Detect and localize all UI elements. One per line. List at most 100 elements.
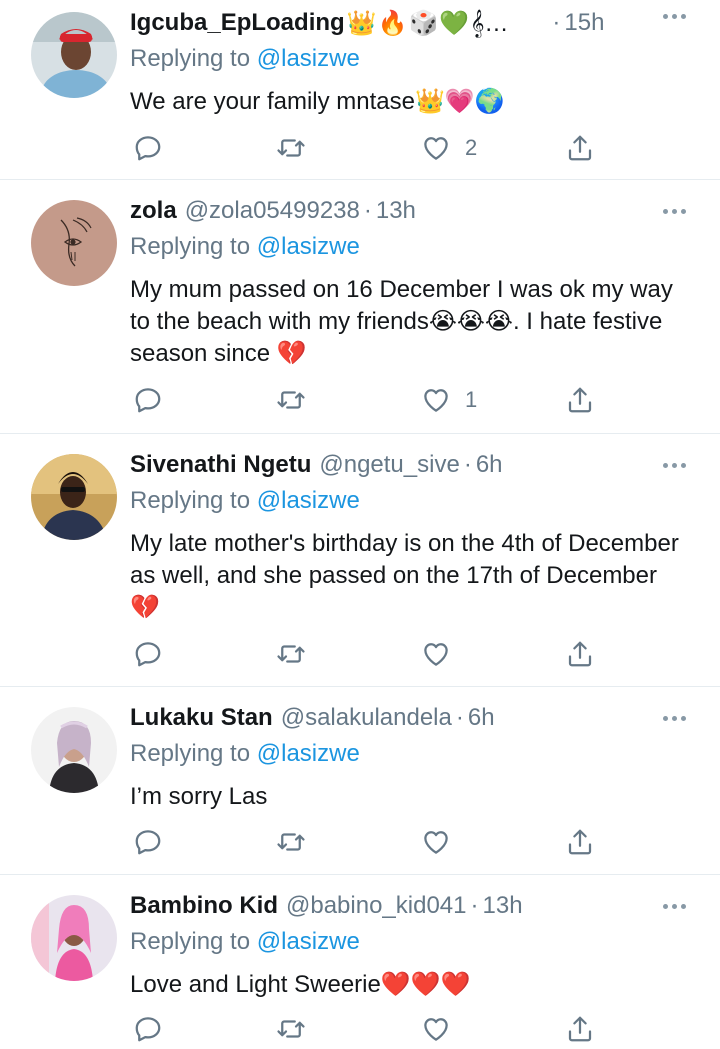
mention-link[interactable]: @lasizwe <box>257 45 360 72</box>
replying-to: Replying to @lasizwe <box>130 740 360 768</box>
tweet-header: zola @zola05499238 · 13h <box>130 194 700 228</box>
tweet-text: My late mother's birthday is on the 4th … <box>130 530 679 621</box>
user-handle[interactable]: @ngetu_sive <box>319 451 459 479</box>
replying-to: Replying to @lasizwe <box>130 487 360 515</box>
tweet[interactable]: zola @zola05499238 · 13h Replying to @la… <box>0 180 720 434</box>
tweet-header: Sivenathi Ngetu @ngetu_sive · 6h <box>130 448 700 482</box>
like-button[interactable] <box>421 822 451 862</box>
display-name[interactable]: Sivenathi Ngetu <box>130 451 311 479</box>
speech-bubble-icon <box>135 388 161 413</box>
tweet[interactable]: Igcuba_EpLoading 👑🔥🎲💚𝄞... · 15h Replying… <box>0 0 720 180</box>
avatar[interactable] <box>31 200 117 286</box>
display-name[interactable]: zola <box>130 197 177 225</box>
retweet-button[interactable] <box>276 634 306 674</box>
share-button[interactable] <box>565 822 595 862</box>
timestamp[interactable]: 13h <box>376 197 416 225</box>
reply-button[interactable] <box>133 822 163 862</box>
replying-to-label: Replying to <box>130 740 257 767</box>
speech-bubble-icon <box>135 136 161 161</box>
action-bar <box>130 822 610 862</box>
replying-to-label: Replying to <box>130 233 257 260</box>
more-dots-icon[interactable] <box>663 716 686 721</box>
tweet-text: Love and Light Sweerie❤️❤️❤️ <box>130 971 471 998</box>
tweet-header: Bambino Kid @babino_kid041 · 13h <box>130 889 700 923</box>
like-button[interactable] <box>421 1009 451 1049</box>
heart-icon <box>424 137 448 160</box>
separator-dot: · <box>463 451 472 478</box>
action-bar: 2 <box>130 128 610 168</box>
like-button[interactable]: 1 <box>421 380 477 420</box>
tweet[interactable]: Bambino Kid @babino_kid041 · 13h Replyin… <box>0 875 720 1049</box>
timestamp[interactable]: 6h <box>468 704 495 732</box>
replying-to: Replying to @lasizwe <box>130 233 360 261</box>
mention-link[interactable]: @lasizwe <box>257 233 360 260</box>
display-name[interactable]: Bambino Kid <box>130 892 278 920</box>
action-bar: 1 <box>130 380 610 420</box>
share-icon <box>568 387 592 413</box>
avatar[interactable] <box>31 454 117 540</box>
display-name[interactable]: Igcuba_EpLoading <box>130 9 345 37</box>
avatar[interactable] <box>31 12 117 98</box>
action-bar <box>130 1009 610 1049</box>
share-button[interactable] <box>565 128 595 168</box>
tweet[interactable]: Sivenathi Ngetu @ngetu_sive · 6h Replyin… <box>0 434 720 687</box>
heart-icon <box>424 1018 448 1041</box>
retweet-button[interactable] <box>276 822 306 862</box>
replying-to-label: Replying to <box>130 487 257 514</box>
mention-link[interactable]: @lasizwe <box>257 928 360 955</box>
retweet-button[interactable] <box>276 1009 306 1049</box>
tweet-text: We are your family mntase👑💗🌍 <box>130 88 505 115</box>
share-icon <box>568 135 592 161</box>
share-icon <box>568 641 592 667</box>
share-button[interactable] <box>565 634 595 674</box>
reply-button[interactable] <box>133 634 163 674</box>
speech-bubble-icon <box>135 830 161 855</box>
share-icon <box>568 829 592 855</box>
share-button[interactable] <box>565 380 595 420</box>
separator-dot: · <box>455 704 464 731</box>
user-handle[interactable]: @salakulandela <box>281 704 452 732</box>
retweet-icon <box>277 1020 305 1038</box>
like-count: 2 <box>465 135 478 160</box>
replying-to-label: Replying to <box>130 45 257 72</box>
like-button[interactable] <box>421 634 451 674</box>
replying-to: Replying to @lasizwe <box>130 928 360 956</box>
heart-icon <box>424 831 448 854</box>
tweet-header: Igcuba_EpLoading 👑🔥🎲💚𝄞... · 15h <box>130 6 700 40</box>
share-icon <box>568 1016 592 1042</box>
timestamp[interactable]: 6h <box>476 451 503 479</box>
separator-dot: · <box>363 197 372 224</box>
avatar[interactable] <box>31 895 117 981</box>
mention-link[interactable]: @lasizwe <box>257 740 360 767</box>
reply-button[interactable] <box>133 128 163 168</box>
like-button[interactable]: 2 <box>421 128 477 168</box>
timestamp[interactable]: 15h <box>564 9 604 37</box>
action-bar <box>130 634 610 674</box>
avatar[interactable] <box>31 707 117 793</box>
more-dots-icon[interactable] <box>663 904 686 909</box>
mention-link[interactable]: @lasizwe <box>257 487 360 514</box>
separator-dot: · <box>552 9 561 36</box>
more-dots-icon[interactable] <box>663 209 686 214</box>
name-emoji: 👑🔥🎲💚𝄞... <box>346 9 509 37</box>
more-dots-icon[interactable] <box>663 14 686 19</box>
retweet-icon <box>277 645 305 663</box>
share-button[interactable] <box>565 1009 595 1049</box>
timestamp[interactable]: 13h <box>483 892 523 920</box>
user-handle[interactable]: @babino_kid041 <box>286 892 467 920</box>
reply-button[interactable] <box>133 1009 163 1049</box>
reply-button[interactable] <box>133 380 163 420</box>
heart-icon <box>424 643 448 666</box>
user-handle[interactable]: @zola05499238 <box>185 197 360 225</box>
retweet-button[interactable] <box>276 380 306 420</box>
more-dots-icon[interactable] <box>663 463 686 468</box>
speech-bubble-icon <box>135 642 161 667</box>
retweet-icon <box>277 833 305 851</box>
retweet-icon <box>277 391 305 409</box>
replying-to: Replying to @lasizwe <box>130 45 360 73</box>
retweet-button[interactable] <box>276 128 306 168</box>
display-name[interactable]: Lukaku Stan <box>130 704 273 732</box>
speech-bubble-icon <box>135 1017 161 1042</box>
retweet-icon <box>277 139 305 157</box>
tweet[interactable]: Lukaku Stan @salakulandela · 6h Replying… <box>0 687 720 875</box>
